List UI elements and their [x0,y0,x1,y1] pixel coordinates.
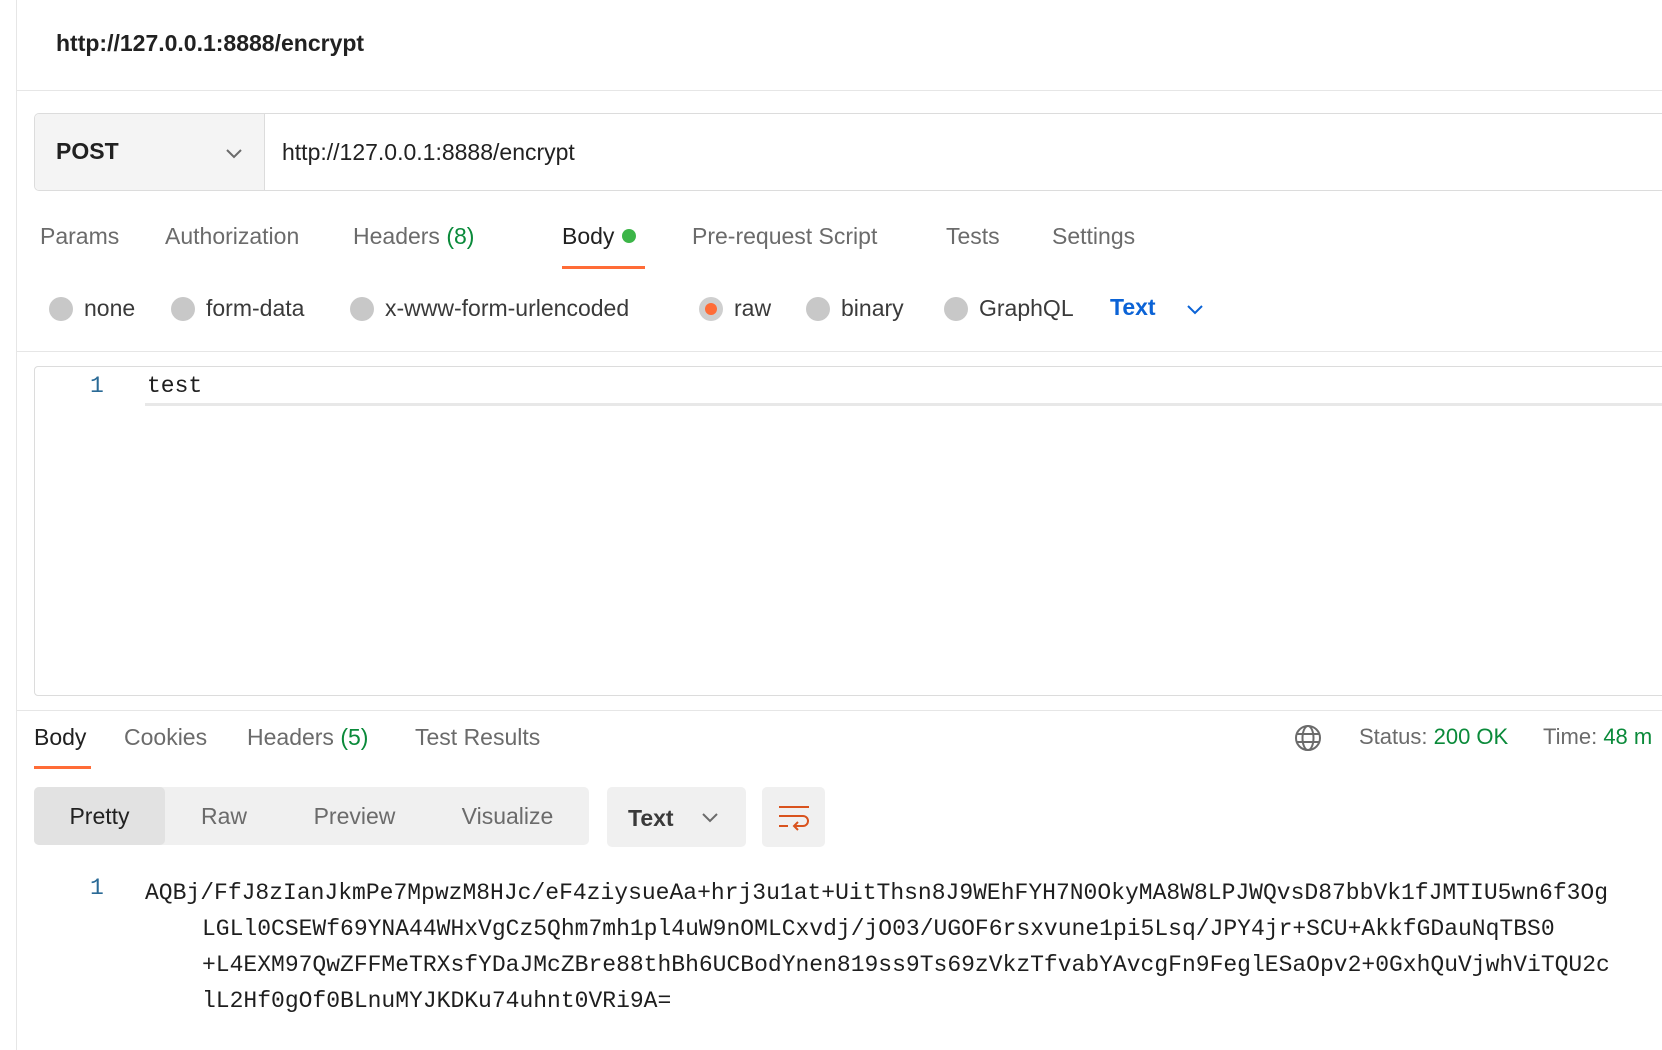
response-tab-underline [34,766,91,769]
view-pretty-label: Pretty [69,802,130,829]
radio-circle [944,296,968,321]
url-input[interactable] [265,114,1662,190]
time-value: 48 m [1603,724,1653,749]
radio-urlencoded-label: x-www-form-urlencoded [385,295,630,321]
response-line: AQBj/FfJ8zIanJkmPe7MpwzM8HJc/eF4ziysueAa… [145,880,1609,906]
response-body-text[interactable]: AQBj/FfJ8zIanJkmPe7MpwzM8HJc/eF4ziysueAa… [145,875,1662,1019]
response-format-label: Text [628,805,674,831]
view-preview-label: Preview [313,802,396,829]
response-line-wrapped: lL2Hf0gOf0BLnuMYJKDKu74uhnt0VRi9A= [202,988,672,1014]
active-tab-underline [562,266,645,269]
tab-headers-label: Headers [353,223,440,249]
radio-raw[interactable]: raw [699,295,771,322]
tab-pre-request-script[interactable]: Pre-request Script [692,223,877,250]
radio-circle-selected [699,296,723,321]
status-value: 200 OK [1433,724,1509,749]
time-label: Time: [1543,724,1598,749]
response-status[interactable]: Status: 200 OK [1359,724,1508,750]
response-format-select[interactable]: Text [607,787,746,847]
left-panel-border [16,0,17,1050]
response-headers-count: (5) [340,724,369,750]
radio-binary[interactable]: binary [806,295,904,322]
radio-raw-label: raw [734,295,772,321]
response-tab-body-label: Body [34,724,87,750]
response-line-wrapped: LGLl0CSEWf69YNA44WHxVgCz5Qhm7mh1pl4uW9nO… [202,916,1555,942]
tab-authorization-label: Authorization [165,223,300,249]
radio-form-data-label: form-data [206,295,305,321]
body-indicator-dot [622,228,637,243]
chevron-down-icon [702,813,718,823]
radio-none-label: none [84,295,136,321]
radio-circle [806,296,830,321]
status-label: Status: [1359,724,1428,749]
tab-tests-label: Tests [946,223,1000,249]
view-visualize-button[interactable]: Visualize [426,787,589,845]
headers-count: (8) [446,223,475,249]
response-view-mode: Pretty Raw Preview Visualize [34,787,589,845]
radio-graphql-label: GraphQL [979,295,1074,321]
tab-params-label: Params [40,223,120,249]
request-title[interactable]: http://127.0.0.1:8888/encrypt [56,30,364,57]
chevron-down-icon [226,149,242,159]
wrap-lines-button[interactable] [762,787,825,847]
tab-body-label: Body [562,223,615,249]
response-line-wrapped: +L4EXM97QwZFFMeTRXsfYDaJMcZBre88thBh6UCB… [202,952,1610,978]
tab-headers[interactable]: Headers (8) [353,223,474,250]
method-select[interactable]: POST [35,114,265,190]
tab-body[interactable]: Body [562,223,637,250]
response-line-number: 1 [90,875,104,901]
method-label: POST [56,138,119,164]
request-body-editor[interactable]: 1 test [34,366,1662,696]
view-visualize-label: Visualize [461,802,554,829]
globe-icon[interactable] [1293,723,1323,753]
response-tab-cookies[interactable]: Cookies [124,724,207,751]
radio-binary-label: binary [841,295,904,321]
radio-circle [49,296,73,321]
response-divider [17,710,1662,711]
view-raw-button[interactable]: Raw [165,787,283,845]
radio-circle [171,296,195,321]
active-line-highlight [145,367,1662,406]
radio-circle [350,296,374,321]
response-time[interactable]: Time: 48 m [1543,724,1652,750]
response-tab-body[interactable]: Body [34,724,86,751]
response-tab-headers[interactable]: Headers (5) [247,724,368,751]
view-raw-label: Raw [200,802,247,829]
url-bar: POST [34,113,1662,191]
radio-x-www-form-urlencoded[interactable]: x-www-form-urlencoded [350,295,629,322]
raw-format-select[interactable]: Text [1110,294,1156,321]
view-pretty-button[interactable]: Pretty [34,787,165,845]
line-number: 1 [90,373,104,399]
radio-graphql[interactable]: GraphQL [944,295,1074,322]
section-divider [17,351,1662,352]
tab-settings[interactable]: Settings [1052,223,1135,250]
tab-authorization[interactable]: Authorization [165,223,299,250]
view-preview-button[interactable]: Preview [283,787,426,845]
chevron-down-icon[interactable] [1184,298,1206,320]
response-tab-headers-label: Headers [247,724,334,750]
response-tab-test-results-label: Test Results [415,724,541,750]
wrap-lines-icon [779,806,809,831]
response-tab-test-results[interactable]: Test Results [415,724,540,751]
radio-form-data[interactable]: form-data [171,295,304,322]
response-tab-cookies-label: Cookies [124,724,208,750]
radio-none[interactable]: none [49,295,135,322]
tab-tests[interactable]: Tests [946,223,1000,250]
editor-line-text[interactable]: test [147,373,202,399]
tab-params[interactable]: Params [40,223,119,250]
tab-pre-request-label: Pre-request Script [692,223,878,249]
tab-settings-label: Settings [1052,223,1136,249]
request-title-bar: http://127.0.0.1:8888/encrypt [17,0,1662,91]
